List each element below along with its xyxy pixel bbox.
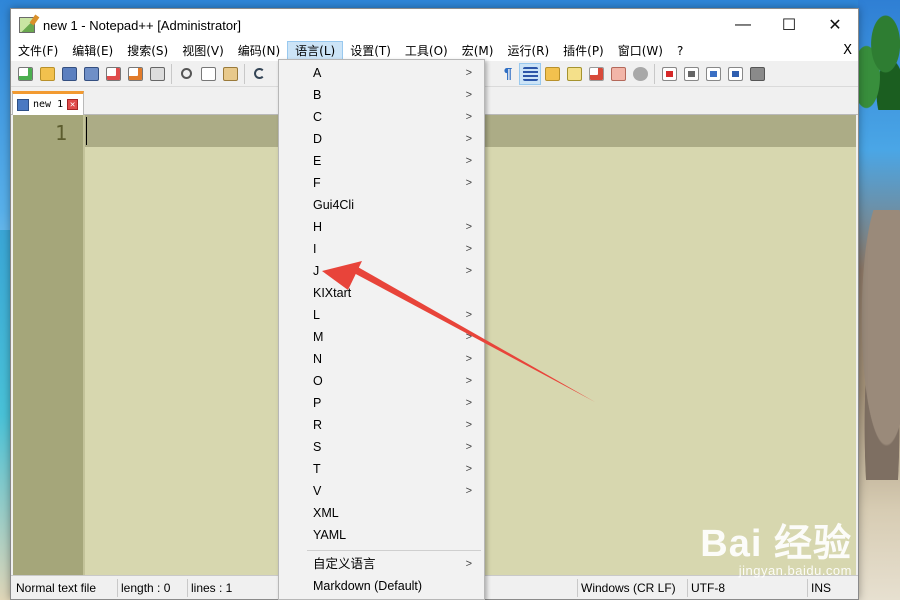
- annotation-arrow: [322, 261, 595, 402]
- annotation-arrow-shaft: [352, 266, 595, 402]
- baidu-jingyan-watermark: Bai 经验 jingyan.baidu.com: [700, 512, 852, 578]
- watermark-logo: Bai 经验: [700, 512, 852, 567]
- watermark-logo-text: Bai 经验: [700, 523, 852, 565]
- annotation-arrow-head: [322, 261, 362, 290]
